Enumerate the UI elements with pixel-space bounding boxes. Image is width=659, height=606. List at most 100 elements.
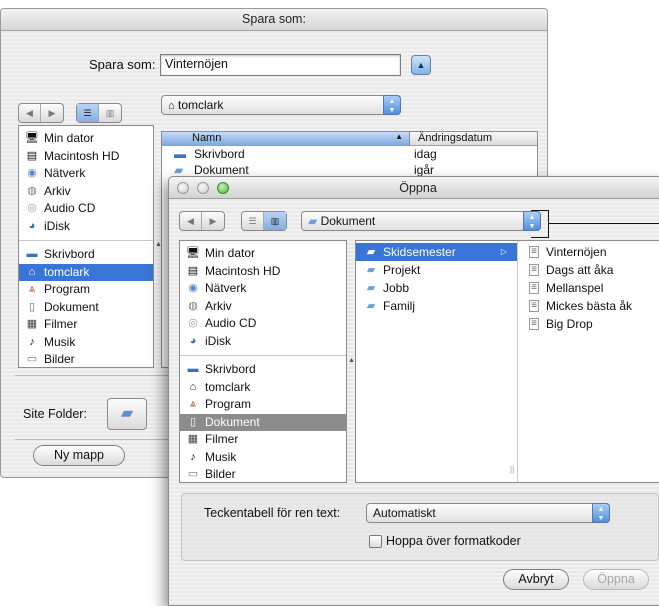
encoding-value: Automatiskt [373, 506, 436, 520]
save-as-label: Spara som: [89, 57, 156, 72]
sidebar-item-skrivbord[interactable]: ▬ Skrivbord [19, 246, 153, 264]
view-mode-buttons: ☰ ▥ [76, 103, 122, 123]
column-2: ≡ Vinternöjen ≡ Dags att åka ≡ Mellanspel ≡… [519, 241, 659, 482]
sidebar-item-dokument[interactable]: ▯ Dokument [19, 299, 153, 317]
desktop-icon: ▬ [187, 363, 199, 376]
ignore-format-label: Hoppa över formatkoder [386, 534, 521, 548]
open-dialog-title: Öppna [399, 181, 437, 195]
sidebar-item-idisk[interactable]: ◕ iDisk [180, 333, 346, 351]
sidebar-divider [180, 355, 346, 356]
forward-icon[interactable]: ▶ [202, 212, 224, 230]
sidebar-item-skrivbord[interactable]: ▬ Skrivbord [180, 361, 346, 379]
filename-input[interactable]: Vinternöjen [160, 54, 401, 76]
resize-nub-icon[interactable]: ▲ [155, 241, 162, 248]
folder-item-skidsemester[interactable]: ▰ Skidsemester ▷ [356, 243, 517, 261]
column-view-icon[interactable]: ▥ [99, 104, 121, 122]
site-folder-button[interactable]: ▰ [107, 398, 147, 430]
encoding-popup[interactable]: Automatiskt ▲ ▼ [366, 503, 610, 523]
sidebar-item-macintosh-hd[interactable]: ▤ Macintosh HD [19, 148, 153, 166]
sidebar-item-idisk[interactable]: ◕ iDisk [19, 218, 153, 236]
new-folder-button[interactable]: Ny mapp [33, 445, 125, 466]
column-header-name[interactable]: Namn ▲ [162, 132, 410, 145]
column-resize-icon[interactable]: || [510, 465, 514, 474]
sidebar-item-bilder[interactable]: ▭ Bilder [180, 466, 346, 484]
sidebar-item-audio-cd[interactable]: ◎ Audio CD [180, 315, 346, 333]
music-icon: ♪ [29, 335, 35, 348]
disclosure-button[interactable]: ▲ [411, 55, 431, 75]
sidebar-item-filmer[interactable]: ▦ Filmer [180, 431, 346, 449]
location-popup[interactable]: ⌂ tomclark ▲ ▼ [161, 95, 401, 115]
desktop-icon: ▬ [174, 147, 186, 161]
save-sidebar: 🖥 Min dator ▤ Macintosh HD ◉ Nätverk ◍ Arkiv… [18, 125, 154, 368]
minimize-icon[interactable] [197, 182, 209, 194]
hard-disk-icon: ▤ [26, 149, 38, 162]
back-forward-buttons: ◀ ▶ [179, 211, 225, 231]
encoding-options: Teckentabell för ren text: Automatiskt ▲… [181, 493, 659, 561]
column-view-icon[interactable]: ▥ [264, 212, 286, 230]
movies-icon: ▦ [187, 433, 199, 446]
location-popup[interactable]: ▰ Dokument ▲ ▼ [301, 211, 541, 231]
sidebar-item-audio-cd[interactable]: ◎ Audio CD [19, 200, 153, 218]
sidebar-item-macintosh-hd[interactable]: ▤ Macintosh HD [180, 263, 346, 281]
folder-item-familj[interactable]: ▰ Familj [356, 297, 517, 315]
sort-ascending-icon: ▲ [395, 132, 403, 141]
list-view-icon[interactable]: ☰ [77, 104, 99, 122]
folder-item-projekt[interactable]: ▰ Projekt [356, 261, 517, 279]
file-item[interactable]: ≡ Dags att åka [519, 261, 659, 279]
sidebar-item-natverk[interactable]: ◉ Nätverk [180, 280, 346, 298]
site-folder-label: Site Folder: [23, 407, 87, 421]
resize-nub-icon[interactable]: ▲ [348, 357, 355, 364]
sidebar-item-min-dator[interactable]: 🖥 Min dator [180, 245, 346, 263]
close-icon[interactable] [177, 182, 189, 194]
server-icon: ◍ [188, 299, 198, 312]
sidebar-divider [19, 240, 153, 241]
document-icon: ≡ [529, 300, 539, 312]
file-item[interactable]: ≡ Mellanspel [519, 279, 659, 297]
document-icon: ≡ [529, 318, 539, 330]
sidebar-item-program[interactable]: ⩓ Program [19, 281, 153, 299]
column-1: ▰ Skidsemester ▷ ▰ Projekt ▰ Jobb ▰ Familj || [356, 241, 518, 482]
file-item[interactable]: ≡ Mickes bästa åk [519, 297, 659, 315]
file-list-header: Namn ▲ Ändringsdatum [162, 132, 537, 146]
sidebar-item-arkiv[interactable]: ◍ Arkiv [19, 183, 153, 201]
file-item[interactable]: ≡ Vinternöjen [519, 243, 659, 261]
file-row[interactable]: ▬ Skrivbord idag [162, 146, 537, 162]
file-item[interactable]: ≡ Big Drop [519, 315, 659, 333]
sidebar-item-arkiv[interactable]: ◍ Arkiv [180, 298, 346, 316]
list-view-icon[interactable]: ☰ [242, 212, 264, 230]
sidebar-item-musik[interactable]: ♪ Musik [19, 334, 153, 352]
cancel-button[interactable]: Avbryt [503, 569, 569, 590]
back-icon[interactable]: ◀ [180, 212, 202, 230]
save-as-row: Spara som: Vinternöjen ▲ [1, 54, 547, 78]
server-icon: ◍ [27, 184, 37, 197]
document-icon: ▯ [28, 300, 36, 313]
applications-icon: ⩓ [189, 398, 197, 411]
sidebar-item-bilder[interactable]: ▭ Bilder [19, 351, 153, 369]
sidebar-item-filmer[interactable]: ▦ Filmer [19, 316, 153, 334]
sidebar-item-program[interactable]: ⩓ Program [180, 396, 346, 414]
column-header-modified[interactable]: Ändringsdatum [410, 132, 492, 145]
sidebar-item-tomclark[interactable]: ⌂ tomclark [19, 263, 153, 281]
popup-arrows-icon: ▲ ▼ [592, 503, 610, 523]
sidebar-item-musik[interactable]: ♪ Musik [180, 449, 346, 467]
pictures-icon: ▭ [187, 468, 199, 481]
callout-bracket-bottom [531, 237, 549, 238]
document-icon: ≡ [529, 282, 539, 294]
home-icon: ⌂ [189, 380, 197, 393]
folder-item-jobb[interactable]: ▰ Jobb [356, 279, 517, 297]
sidebar-item-tomclark[interactable]: ⌂ tomclark [180, 379, 346, 397]
checkbox-box[interactable] [369, 534, 382, 548]
zoom-icon[interactable] [217, 182, 229, 194]
sidebar-item-natverk[interactable]: ◉ Nätverk [19, 165, 153, 183]
sidebar-item-min-dator[interactable]: 🖥 Min dator [19, 130, 153, 148]
folder-icon: ▰ [308, 214, 318, 228]
open-sidebar: 🖥 Min dator ▤ Macintosh HD ◉ Nätverk ◍ Arkiv… [179, 240, 347, 483]
sidebar-item-dokument[interactable]: ▯ Dokument [180, 413, 346, 431]
back-icon[interactable]: ◀ [19, 104, 41, 122]
folder-icon: ▰ [366, 245, 376, 258]
view-mode-buttons: ☰ ▥ [241, 211, 287, 231]
open-button[interactable]: Öppna [583, 569, 649, 590]
document-icon: ≡ [529, 264, 539, 276]
forward-icon[interactable]: ▶ [41, 104, 63, 122]
ignore-format-checkbox[interactable]: Hoppa över formatkoder [369, 534, 521, 548]
